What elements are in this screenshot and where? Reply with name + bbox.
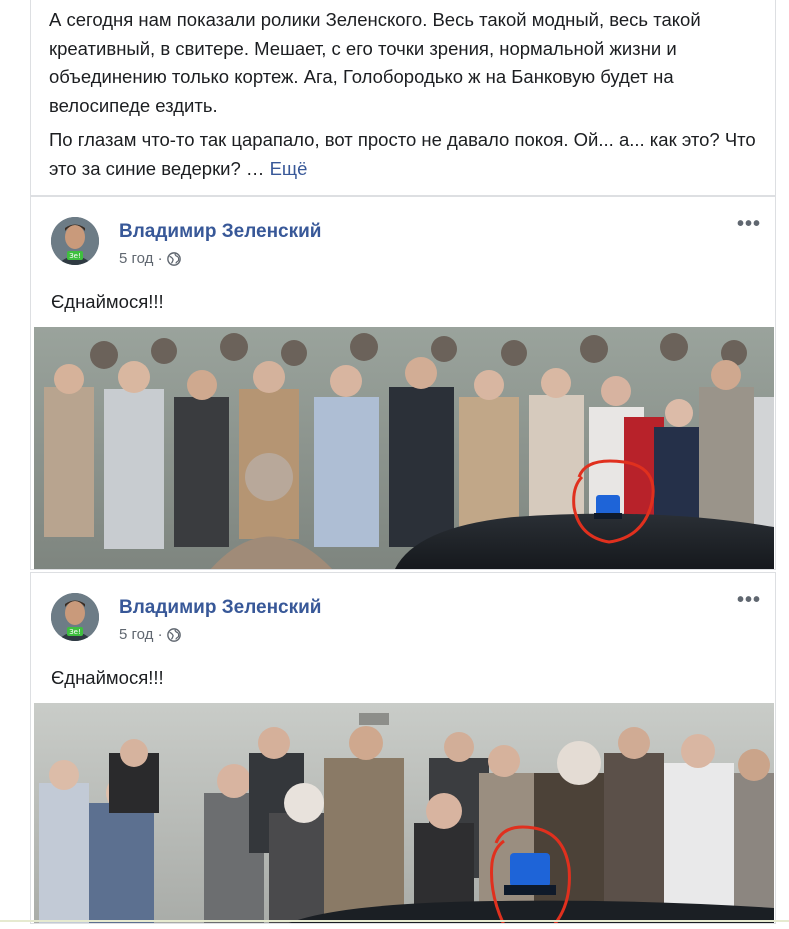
shared-post-2: Зе! Владимир Зеленский 5 год · ••• Єднай… (30, 572, 776, 924)
post-meta: 5 год · (119, 250, 181, 267)
post-caption: Єднаймося!!! (51, 667, 164, 688)
bottom-divider (0, 920, 789, 922)
post-paragraph-1: А сегодня нам показали ролики Зеленского… (49, 9, 701, 116)
see-more-link[interactable]: Ещё (270, 158, 308, 179)
crowd-photo-1 (34, 327, 774, 569)
post-photo[interactable] (34, 327, 774, 569)
avatar-badge: Зе! (69, 628, 81, 636)
post-paragraph-2-text: По глазам что-то так царапало, вот прост… (49, 129, 756, 179)
post-caption: Єднаймося!!! (51, 291, 164, 312)
globe-icon (166, 627, 181, 642)
avatar-badge: Зе! (69, 252, 81, 260)
shared-post-1: Зе! Владимир Зеленский 5 год · ••• Єднай… (30, 196, 776, 570)
more-options-icon[interactable]: ••• (737, 590, 761, 610)
avatar[interactable]: Зе! (51, 593, 99, 641)
crowd-photo-2 (34, 703, 774, 923)
more-options-icon[interactable]: ••• (737, 214, 761, 234)
author-name[interactable]: Владимир Зеленский (119, 597, 322, 619)
post-time[interactable]: 5 год · (119, 626, 163, 643)
post-text-card: А сегодня нам показали ролики Зеленского… (30, 0, 776, 196)
post-meta: 5 год · (119, 626, 181, 643)
globe-icon (166, 251, 181, 266)
avatar[interactable]: Зе! (51, 217, 99, 265)
post-time[interactable]: 5 год · (119, 250, 163, 267)
post-paragraph-2: По глазам что-то так царапало, вот прост… (49, 126, 759, 183)
author-name[interactable]: Владимир Зеленский (119, 221, 322, 243)
post-photo[interactable] (34, 703, 774, 923)
